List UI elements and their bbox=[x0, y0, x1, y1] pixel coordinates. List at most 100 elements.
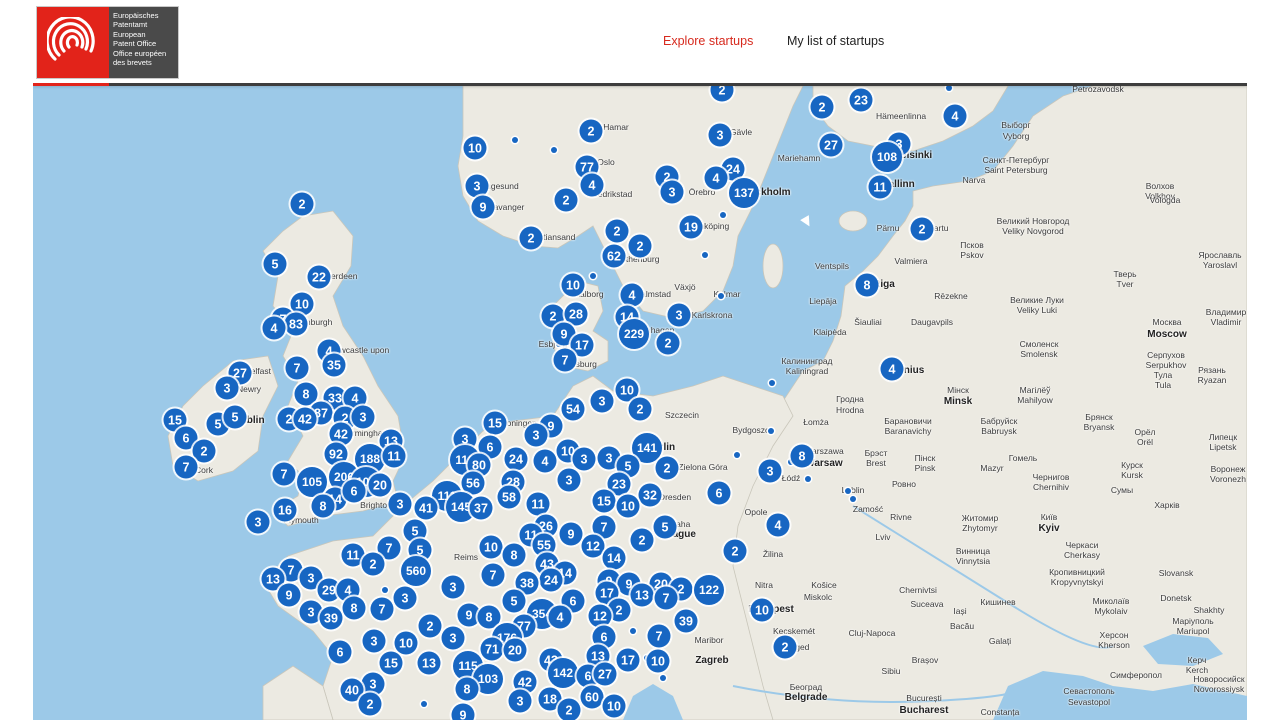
startup-cluster-marker[interactable]: 11 bbox=[526, 492, 550, 516]
startup-cluster-marker[interactable]: 10 bbox=[463, 136, 487, 160]
startup-cluster-marker[interactable]: 11 bbox=[868, 175, 892, 199]
startup-cluster-marker[interactable]: 10 bbox=[561, 273, 585, 297]
startup-cluster-marker[interactable]: 2 bbox=[557, 698, 581, 720]
startup-cluster-marker[interactable]: 7 bbox=[285, 356, 309, 380]
startup-marker-dot[interactable] bbox=[702, 252, 708, 258]
startup-cluster-marker[interactable]: 3 bbox=[215, 376, 239, 400]
startup-cluster-marker[interactable]: 3 bbox=[557, 468, 581, 492]
startup-cluster-marker[interactable]: 3 bbox=[708, 123, 732, 147]
startup-cluster-marker[interactable]: 2 bbox=[358, 692, 382, 716]
startup-cluster-marker[interactable]: 27 bbox=[593, 662, 617, 686]
startup-cluster-marker[interactable]: 122 bbox=[694, 575, 724, 605]
startup-cluster-marker[interactable]: 9 bbox=[559, 522, 583, 546]
startup-cluster-marker[interactable]: 32 bbox=[638, 483, 662, 507]
startup-cluster-marker[interactable]: 4 bbox=[704, 166, 728, 190]
startup-cluster-marker[interactable]: 3 bbox=[246, 510, 270, 534]
startup-cluster-marker[interactable]: 2 bbox=[605, 219, 629, 243]
startup-cluster-marker[interactable]: 7 bbox=[370, 597, 394, 621]
startup-cluster-marker[interactable]: 3 bbox=[351, 405, 375, 429]
startup-cluster-marker[interactable]: 2 bbox=[656, 331, 680, 355]
startup-cluster-marker[interactable]: 2 bbox=[910, 217, 934, 241]
startup-cluster-marker[interactable]: 3 bbox=[660, 180, 684, 204]
startup-cluster-marker[interactable]: 2 bbox=[630, 528, 654, 552]
startup-marker-dot[interactable] bbox=[734, 452, 740, 458]
startup-cluster-marker[interactable]: 4 bbox=[943, 104, 967, 128]
startup-cluster-marker[interactable]: 12 bbox=[581, 534, 605, 558]
startup-cluster-marker[interactable]: 9 bbox=[277, 583, 301, 607]
startup-cluster-marker[interactable]: 14 bbox=[602, 546, 626, 570]
startup-cluster-marker[interactable]: 2 bbox=[810, 95, 834, 119]
startup-marker-dot[interactable] bbox=[720, 212, 726, 218]
startup-marker-dot[interactable] bbox=[630, 628, 636, 634]
nav-my-list-of-startups[interactable]: My list of startups bbox=[787, 34, 884, 48]
startup-cluster-marker[interactable]: 2 bbox=[579, 119, 603, 143]
startup-cluster-marker[interactable]: 56 bbox=[461, 471, 485, 495]
startup-cluster-marker[interactable]: 42 bbox=[293, 407, 317, 431]
startup-cluster-marker[interactable]: 10 bbox=[616, 494, 640, 518]
startup-cluster-marker[interactable]: 20 bbox=[368, 473, 392, 497]
startup-cluster-marker[interactable]: 2 bbox=[290, 192, 314, 216]
startup-cluster-marker[interactable]: 3 bbox=[441, 626, 465, 650]
startup-cluster-marker[interactable]: 10 bbox=[602, 694, 626, 718]
startup-cluster-marker[interactable]: 2 bbox=[773, 635, 797, 659]
startup-cluster-marker[interactable]: 15 bbox=[379, 651, 403, 675]
startup-cluster-marker[interactable]: 8 bbox=[294, 382, 318, 406]
startup-cluster-marker[interactable]: 10 bbox=[479, 535, 503, 559]
startup-cluster-marker[interactable]: 24 bbox=[504, 447, 528, 471]
startup-cluster-marker[interactable]: 108 bbox=[872, 142, 902, 172]
startup-cluster-marker[interactable]: 20 bbox=[503, 638, 527, 662]
startup-cluster-marker[interactable]: 3 bbox=[524, 423, 548, 447]
startup-cluster-marker[interactable]: 10 bbox=[394, 631, 418, 655]
startup-cluster-marker[interactable]: 2 bbox=[655, 456, 679, 480]
startup-cluster-marker[interactable]: 60 bbox=[580, 685, 604, 709]
startup-cluster-marker[interactable]: 4 bbox=[580, 173, 604, 197]
startup-cluster-marker[interactable]: 8 bbox=[311, 494, 335, 518]
startup-cluster-marker[interactable]: 229 bbox=[619, 319, 649, 349]
startup-marker-dot[interactable] bbox=[512, 137, 518, 143]
startup-cluster-marker[interactable]: 3 bbox=[465, 174, 489, 198]
startup-marker-dot[interactable] bbox=[768, 428, 774, 434]
startup-cluster-marker[interactable]: 5 bbox=[502, 589, 526, 613]
startup-cluster-marker[interactable]: 6 bbox=[328, 640, 352, 664]
startup-cluster-marker[interactable]: 4 bbox=[620, 283, 644, 307]
epo-logo[interactable]: Europäisches Patentamt European Patent O… bbox=[37, 7, 178, 78]
startup-cluster-marker[interactable]: 19 bbox=[679, 215, 703, 239]
startup-cluster-marker[interactable]: 9 bbox=[451, 703, 475, 720]
startup-cluster-marker[interactable]: 3 bbox=[572, 447, 596, 471]
startup-marker-dot[interactable] bbox=[850, 496, 856, 502]
startup-cluster-marker[interactable]: 5 bbox=[653, 515, 677, 539]
startup-cluster-marker[interactable]: 54 bbox=[561, 397, 585, 421]
startup-cluster-marker[interactable]: 39 bbox=[674, 609, 698, 633]
startup-cluster-marker[interactable]: 8 bbox=[502, 543, 526, 567]
startup-cluster-marker[interactable]: 2 bbox=[192, 439, 216, 463]
startup-cluster-marker[interactable]: 41 bbox=[414, 496, 438, 520]
startup-cluster-marker[interactable]: 3 bbox=[393, 586, 417, 610]
startup-cluster-marker[interactable]: 2 bbox=[723, 539, 747, 563]
startup-cluster-marker[interactable]: 23 bbox=[849, 88, 873, 112]
startup-cluster-marker[interactable]: 12 bbox=[588, 604, 612, 628]
startup-cluster-marker[interactable]: 7 bbox=[654, 586, 678, 610]
startup-marker-dot[interactable] bbox=[718, 293, 724, 299]
startup-cluster-marker[interactable]: 3 bbox=[388, 492, 412, 516]
startup-cluster-marker[interactable]: 6 bbox=[707, 481, 731, 505]
startup-cluster-marker[interactable]: 10 bbox=[646, 649, 670, 673]
startup-cluster-marker[interactable]: 83 bbox=[284, 312, 308, 336]
startup-cluster-marker[interactable]: 22 bbox=[307, 265, 331, 289]
startup-cluster-marker[interactable]: 7 bbox=[272, 462, 296, 486]
startup-marker-dot[interactable] bbox=[805, 476, 811, 482]
startup-cluster-marker[interactable]: 2 bbox=[554, 188, 578, 212]
startup-cluster-marker[interactable]: 15 bbox=[592, 489, 616, 513]
startup-cluster-marker[interactable]: 560 bbox=[401, 556, 431, 586]
startup-cluster-marker[interactable]: 15 bbox=[483, 411, 507, 435]
startup-cluster-marker[interactable]: 5 bbox=[223, 405, 247, 429]
nav-explore-startups[interactable]: Explore startups bbox=[663, 34, 753, 48]
startup-cluster-marker[interactable]: 6 bbox=[342, 479, 366, 503]
startup-cluster-marker[interactable]: 7 bbox=[174, 455, 198, 479]
startup-cluster-marker[interactable]: 137 bbox=[729, 178, 759, 208]
startup-cluster-marker[interactable]: 3 bbox=[362, 629, 386, 653]
startup-marker-dot[interactable] bbox=[551, 147, 557, 153]
startup-cluster-marker[interactable]: 8 bbox=[855, 273, 879, 297]
map-canvas[interactable]: Hamar Gävle Mariehamn Hämeenlinna Petrozavod… bbox=[33, 86, 1247, 720]
startup-cluster-marker[interactable]: 3 bbox=[667, 303, 691, 327]
startup-cluster-marker[interactable]: 16 bbox=[273, 498, 297, 522]
